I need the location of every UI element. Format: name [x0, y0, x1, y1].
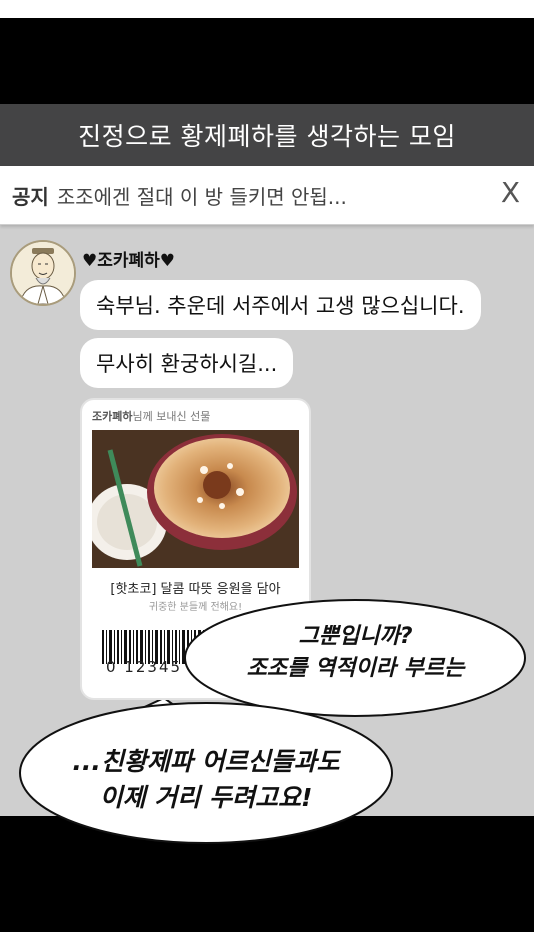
notice-label: 공지 — [12, 184, 49, 209]
close-icon[interactable]: X — [501, 178, 520, 208]
speech-line: 조조를 역적이라 부르는 — [246, 656, 465, 681]
speech-line: 그뿐입니까? — [298, 624, 413, 649]
gift-title: [핫초코] 달콤 따뜻 응원을 담아 — [110, 582, 281, 597]
notice-bar[interactable]: 공지 조조에겐 절대 이 방 들키면 안됩... X — [0, 166, 534, 225]
speech-line: ...친황제파 어르신들과도 — [72, 747, 340, 776]
comic-panel-top-border — [0, 18, 534, 104]
chat-bubble[interactable]: 무사히 환궁하시길... — [80, 338, 294, 388]
notice-text: 조조에겐 절대 이 방 들키면 안됩... — [56, 184, 347, 209]
chat-room-title: 진정으로 황제폐하를 생각하는 모임 — [78, 122, 456, 151]
speech-balloon-2: ...친황제파 어르신들과도 이제 거리 두려고요! — [18, 700, 394, 846]
barcode-number: 0 12345 — [106, 658, 183, 676]
gift-sender-suffix: 님께 보내신 선물 — [132, 410, 211, 423]
sender-name: ♥조카폐하♥ — [82, 251, 176, 271]
gift-sender-name: 조카폐하 — [92, 410, 133, 423]
hot-chocolate-image — [92, 430, 299, 568]
sender-avatar[interactable] — [10, 240, 76, 306]
hot-chocolate-photo — [92, 430, 299, 568]
gift-sender-line: 조카폐하님께 보내신 선물 — [92, 408, 210, 424]
chat-bubble[interactable]: 숙부님. 추운데 서주에서 고생 많으십니다. — [80, 280, 481, 330]
chat-room-header: 진정으로 황제폐하를 생각하는 모임 — [0, 104, 534, 166]
scholar-portrait-icon — [12, 242, 74, 304]
bottom-page-margin — [0, 932, 534, 950]
speech-line: 이제 거리 두려고요! — [99, 783, 313, 812]
top-page-margin — [0, 0, 534, 18]
